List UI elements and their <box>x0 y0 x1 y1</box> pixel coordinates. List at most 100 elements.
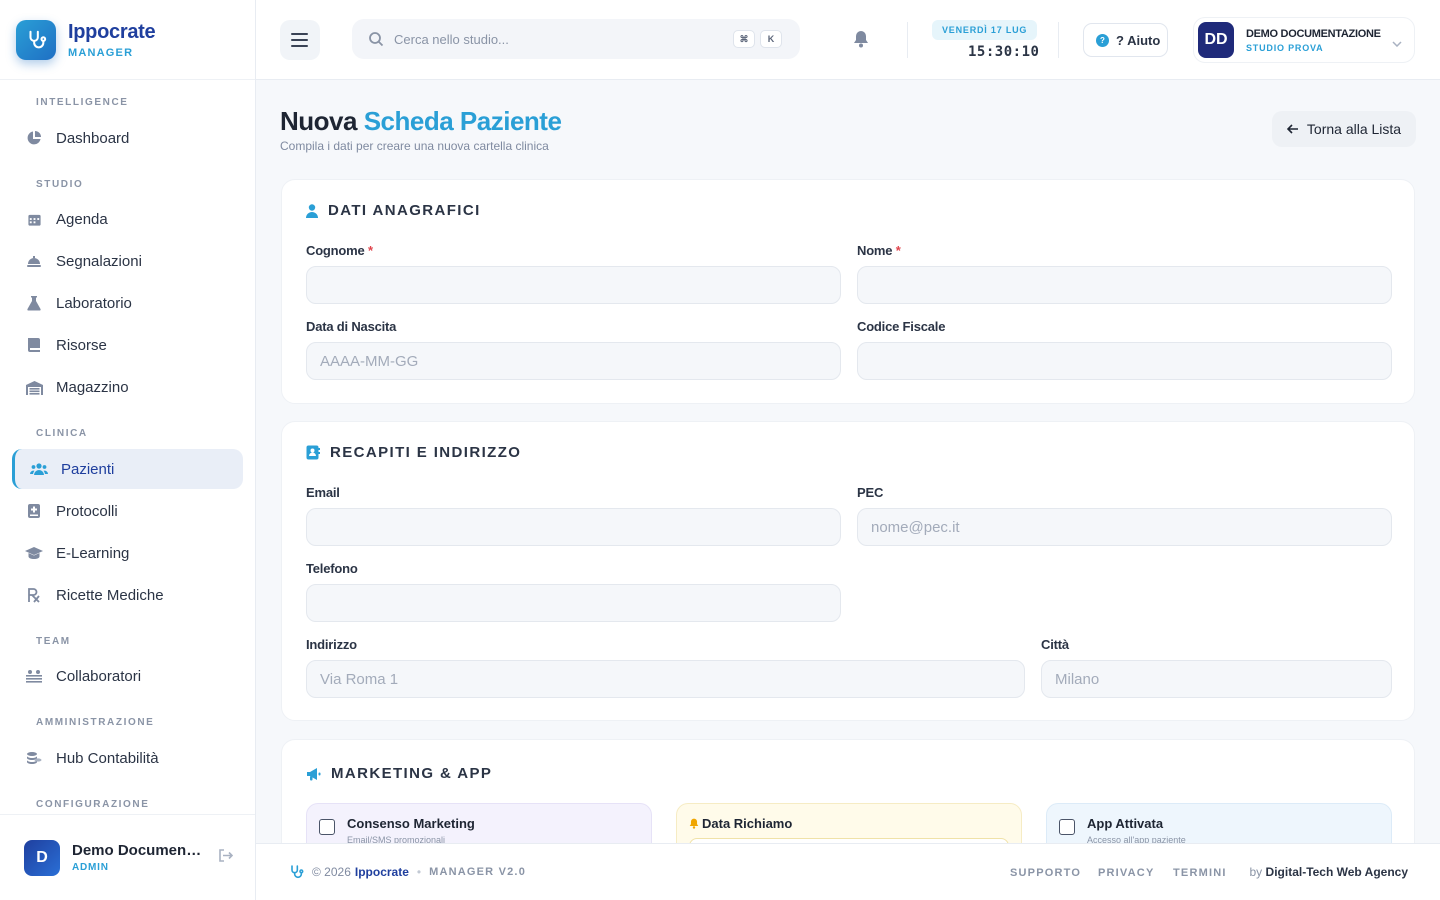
footer-link-privacy[interactable]: PRIVACY <box>1098 867 1154 879</box>
sidebar-item-elearning[interactable]: E-Learning <box>12 533 243 573</box>
app-attivata-checkbox[interactable] <box>1059 819 1075 835</box>
cognome-field[interactable] <box>306 266 841 304</box>
sidebar-item-label: Dashboard <box>56 129 130 147</box>
card-title-text: DATI ANAGRAFICI <box>328 202 481 219</box>
profile-studio: STUDIO PROVA <box>1246 42 1324 53</box>
data-nascita-field[interactable]: AAAA-MM-GG <box>306 342 841 380</box>
footer-agency[interactable]: Digital-Tech Web Agency <box>1266 865 1408 879</box>
sidebar-item-label: Risorse <box>56 336 107 354</box>
app-title: App Attivata <box>1087 816 1164 831</box>
footer-brand: Ippocrate <box>354 865 409 879</box>
label-telefono: Telefono <box>306 561 358 576</box>
logout-icon[interactable] <box>218 848 234 867</box>
section-intelligence: INTELLIGENCE <box>36 97 129 108</box>
chevron-down-icon <box>1392 34 1402 52</box>
sidebar-item-dashboard[interactable]: Dashboard <box>12 118 243 158</box>
brand-name: Ippocrate <box>68 20 156 43</box>
sidebar-item-laboratorio[interactable]: Laboratorio <box>12 283 243 323</box>
stethoscope-logo-icon <box>16 19 56 60</box>
placeholder: nome@pec.it <box>871 518 960 536</box>
back-to-list-button[interactable]: Torna alla Lista <box>1272 111 1416 147</box>
footer-version: MANAGER V2.0 <box>429 866 527 878</box>
label-data-nascita: Data di Nascita <box>306 319 397 334</box>
email-field[interactable] <box>306 508 841 546</box>
prescription-icon <box>24 585 44 605</box>
kbd-cmd: ⌘ <box>733 30 755 48</box>
help-icon: ? <box>1096 33 1109 47</box>
nome-field[interactable] <box>857 266 1392 304</box>
page-subtitle: Compila i dati per creare una nuova cart… <box>280 139 549 153</box>
footer: © 2026 Ippocrate • MANAGER V2.0 SUPPORTO… <box>256 843 1440 900</box>
card-title: RECAPITI E INDIRIZZO <box>306 444 521 461</box>
sidebar-item-label: Collaboratori <box>56 667 142 685</box>
footer-logo-icon <box>288 864 304 880</box>
search-input[interactable]: Cerca nello studio... ⌘ K <box>352 19 800 59</box>
required-mark: * <box>895 243 901 258</box>
sidebar-item-protocolli[interactable]: Protocolli <box>12 491 243 531</box>
menu-toggle-button[interactable] <box>280 20 320 60</box>
footer-credits: by Digital-Tech Web Agency <box>1250 865 1409 879</box>
sidebar-item-hub-contabilita[interactable]: Hub Contabilità <box>12 738 243 778</box>
card-title-text: MARKETING & APP <box>331 765 493 782</box>
sidebar-item-ricette[interactable]: Ricette Mediche <box>12 575 243 615</box>
back-label: Torna alla Lista <box>1306 121 1402 137</box>
sidebar-item-segnalazioni[interactable]: Segnalazioni <box>12 241 243 281</box>
required-mark: * <box>367 243 373 258</box>
graduation-cap-icon <box>24 543 44 563</box>
label-indirizzo: Indirizzo <box>306 637 357 652</box>
coins-icon <box>24 748 44 768</box>
section-team: TEAM <box>36 636 71 647</box>
card-title: MARKETING & APP <box>306 765 492 782</box>
clock: 15:30:10 <box>968 44 1040 60</box>
warehouse-icon <box>24 377 44 397</box>
label-text: Cognome <box>306 243 365 258</box>
arrow-left-icon <box>1286 121 1299 137</box>
sidebar-item-label: Protocolli <box>56 502 118 520</box>
section-clinica: CLINICA <box>36 428 88 439</box>
indirizzo-field[interactable]: Via Roma 1 <box>306 660 1025 698</box>
citta-field[interactable]: Milano <box>1041 660 1392 698</box>
consenso-title: Consenso Marketing <box>347 816 475 831</box>
page-title-accent: Scheda Paziente <box>363 106 562 136</box>
sidebar-item-agenda[interactable]: Agenda <box>12 199 243 239</box>
footer-link-supporto[interactable]: SUPPORTO <box>1010 867 1081 879</box>
sidebar-item-pazienti[interactable]: Pazienti <box>12 449 243 489</box>
codice-fiscale-field[interactable] <box>857 342 1392 380</box>
date-badge: VENERDÌ 17 LUG <box>932 20 1038 40</box>
team-icon <box>24 666 44 686</box>
sidebar-item-label: Hub Contabilità <box>56 749 159 767</box>
footer-by: by <box>1249 865 1263 879</box>
user-avatar[interactable]: D <box>24 839 60 876</box>
book-icon <box>24 335 44 355</box>
footer-copyright: © 2026 <box>312 865 351 879</box>
card-recapiti: RECAPITI E INDIRIZZO Email PEC nome@pec.… <box>281 421 1415 721</box>
notifications-bell-icon[interactable] <box>853 30 869 53</box>
profile-avatar: DD <box>1198 22 1234 58</box>
sidebar-item-label: Laboratorio <box>56 294 132 312</box>
profile-menu[interactable]: DD DEMO DOCUMENTAZIONE STUDIO PROVA <box>1193 17 1415 63</box>
help-button[interactable]: ? ? Aiuto <box>1083 23 1168 57</box>
label-nome: Nome * <box>857 243 901 258</box>
sidebar-item-risorse[interactable]: Risorse <box>12 325 243 365</box>
section-configurazione: CONFIGURAZIONE <box>36 799 150 810</box>
pec-field[interactable]: nome@pec.it <box>857 508 1392 546</box>
card-title-text: RECAPITI E INDIRIZZO <box>330 444 522 461</box>
sidebar-item-collaboratori[interactable]: Collaboratori <box>12 656 243 696</box>
medical-file-icon <box>24 501 44 521</box>
footer-link-termini[interactable]: TERMINI <box>1173 867 1227 879</box>
sidebar-item-label: Agenda <box>56 210 108 228</box>
help-label: ? Aiuto <box>1116 32 1161 48</box>
user-role: ADMIN <box>72 862 109 873</box>
pie-chart-icon <box>24 128 44 148</box>
consenso-marketing-checkbox[interactable] <box>319 819 335 835</box>
sidebar-user: D Demo Documentazione ADMIN <box>0 814 255 900</box>
hamburger-icon <box>291 33 308 47</box>
footer-dot: • <box>416 865 422 879</box>
sidebar-item-label: E-Learning <box>56 544 130 562</box>
profile-name: DEMO DOCUMENTAZIONE <box>1246 27 1381 40</box>
section-amministrazione: AMMINISTRAZIONE <box>36 717 155 728</box>
brand[interactable]: Ippocrate MANAGER <box>0 0 255 80</box>
telefono-field[interactable] <box>306 584 841 622</box>
sidebar-item-magazzino[interactable]: Magazzino <box>12 367 243 407</box>
search-icon <box>369 32 384 47</box>
